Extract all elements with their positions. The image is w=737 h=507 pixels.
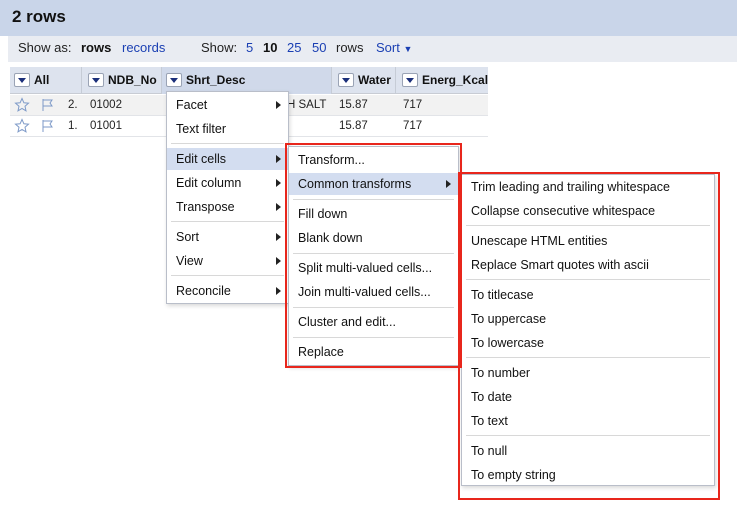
menu-item-text-filter[interactable]: Text filter [167,118,288,140]
menu-item-sort[interactable]: Sort [167,226,288,248]
show-as-rows[interactable]: rows [81,40,111,55]
cell-ndb-no[interactable]: 01002 [90,99,122,111]
cell-shrt-desc[interactable]: H SALT [287,99,326,111]
menu-item-facet[interactable]: Facet [167,94,288,116]
menu-item-label: Sort [176,230,199,244]
highlight-box-edit-cells [285,143,462,368]
sort-label: Sort [376,40,400,55]
dropdown-icon[interactable] [88,73,104,87]
menu-separator [171,275,284,276]
column-label: Shrt_Desc [186,73,246,87]
show-label: Show: [201,40,238,55]
cell-energ-kcal[interactable]: 717 [403,120,422,132]
cell-water[interactable]: 15.87 [339,120,368,132]
column-label: Water [358,73,391,87]
column-header-ndb-no[interactable]: NDB_No [84,67,162,94]
page-size-10[interactable]: 10 [263,40,277,55]
page-size-50[interactable]: 50 [312,40,326,55]
menu-item-edit-cells[interactable]: Edit cells [167,148,288,170]
column-header-shrt-desc[interactable]: Shrt_Desc [162,67,332,94]
row-index: 1. [68,120,78,132]
submenu-arrow-icon [276,233,281,241]
menu-item-label: Facet [176,98,208,112]
menu-item-label: Text filter [176,122,227,136]
dropdown-icon[interactable] [402,73,418,87]
column-header-energ-kcal[interactable]: Energ_Kcal [398,67,488,94]
project-header: 2 rows [0,0,737,36]
flag-icon[interactable] [40,97,56,113]
menu-item-reconcile[interactable]: Reconcile [167,280,288,302]
column-context-menu: Facet Text filter Edit cells Edit column… [166,91,289,304]
menu-item-transpose[interactable]: Transpose [167,196,288,218]
page-size-25[interactable]: 25 [287,40,301,55]
column-header-all[interactable]: All [10,67,82,94]
caret-down-icon: ▼ [403,44,413,54]
column-label: Energ_Kcal [422,73,489,87]
menu-item-label: View [176,254,203,268]
star-icon[interactable] [14,97,30,113]
menu-item-label: Transpose [176,200,235,214]
star-icon[interactable] [14,118,30,134]
submenu-arrow-icon [276,287,281,295]
menu-item-label: Edit column [176,176,242,190]
submenu-arrow-icon [276,257,281,265]
column-label: All [34,73,50,87]
menu-separator [171,143,284,144]
menu-separator [171,221,284,222]
row-index: 2. [68,99,78,111]
page-size-suffix: rows [336,40,364,55]
highlight-box-common-transforms [458,172,720,500]
show-as-records[interactable]: records [122,40,165,55]
show-as-label: Show as: [18,40,72,55]
flag-icon[interactable] [40,118,56,134]
dropdown-icon[interactable] [338,73,354,87]
menu-item-view[interactable]: View [167,250,288,272]
column-header-water[interactable]: Water [334,67,396,94]
submenu-arrow-icon [276,179,281,187]
submenu-arrow-icon [276,155,281,163]
cell-water[interactable]: 15.87 [339,99,368,111]
submenu-arrow-icon [276,101,281,109]
cell-ndb-no[interactable]: 01001 [90,120,122,132]
page-size-5[interactable]: 5 [246,40,253,55]
menu-item-label: Reconcile [176,284,231,298]
column-label: NDB_No [108,73,157,87]
column-header-row: All NDB_No Shrt_Desc Water Energ_Kcal [10,67,488,94]
row-count-title: 2 rows [12,7,66,26]
submenu-arrow-icon [276,203,281,211]
sort-menu-button[interactable]: Sort ▼ [376,40,412,55]
cell-energ-kcal[interactable]: 717 [403,99,422,111]
dropdown-icon[interactable] [166,73,182,87]
dropdown-icon[interactable] [14,73,30,87]
menu-item-edit-column[interactable]: Edit column [167,172,288,194]
menu-item-label: Edit cells [176,152,227,166]
view-options-bar: Show as: rows records Show: 5 10 25 50 r… [8,36,737,62]
